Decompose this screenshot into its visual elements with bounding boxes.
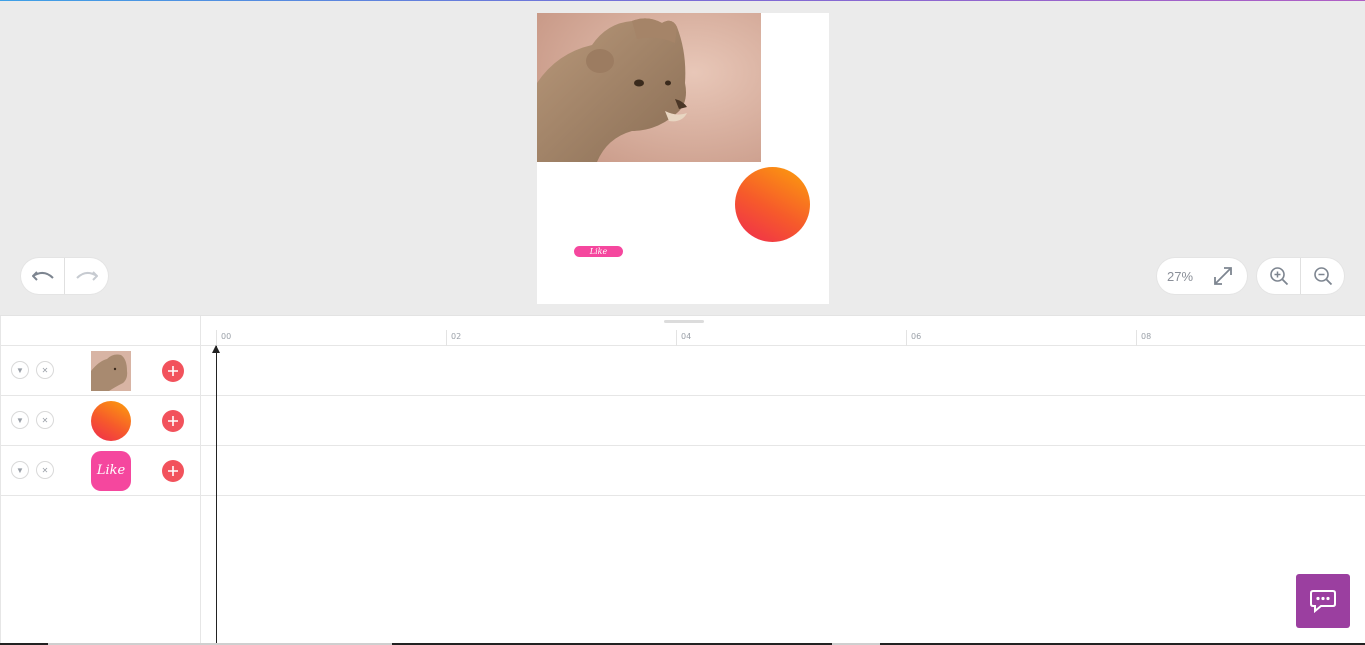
gradient-circle-shape[interactable] [735, 167, 810, 242]
close-icon: ✕ [41, 465, 49, 475]
layer-thumbnail-like[interactable]: Like [91, 451, 131, 491]
fit-to-screen-button[interactable] [1203, 258, 1243, 294]
ruler-tick: 04 [676, 330, 691, 346]
gradient-circle-thumbnail [91, 401, 131, 441]
collapse-button[interactable]: ▼ [11, 361, 29, 379]
time-ruler[interactable]: 00 02 04 06 08 [201, 316, 1365, 346]
zoom-out-button[interactable] [1301, 258, 1344, 294]
close-icon: ✕ [41, 365, 49, 375]
layer-row-circle[interactable]: ▼ ✕ [0, 396, 1365, 446]
triangle-down-icon: ▼ [16, 465, 24, 475]
plus-icon [168, 466, 178, 476]
zoom-in-button[interactable] [1257, 258, 1300, 294]
remove-layer-button[interactable]: ✕ [36, 361, 54, 379]
layer-thumbnail-photo[interactable] [91, 351, 131, 391]
layer-list-header [1, 316, 200, 346]
plus-icon [168, 416, 178, 426]
canvas-stage[interactable]: Like 27% [0, 1, 1365, 315]
lioness-thumbnail [91, 351, 131, 391]
collapse-button[interactable]: ▼ [11, 411, 29, 429]
ruler-tick: 02 [446, 330, 461, 346]
like-thumbnail: Like [91, 451, 131, 491]
history-controls [21, 258, 108, 294]
plus-icon [168, 366, 178, 376]
add-animation-button[interactable] [162, 360, 184, 382]
artboard[interactable]: Like [537, 13, 829, 304]
ruler-tick: 08 [1136, 330, 1151, 346]
layer-row-photo[interactable]: ▼ ✕ [0, 346, 1365, 396]
collapse-button[interactable]: ▼ [11, 461, 29, 479]
remove-layer-button[interactable]: ✕ [36, 411, 54, 429]
triangle-down-icon: ▼ [16, 365, 24, 375]
layer-thumbnail-circle[interactable] [91, 401, 131, 441]
remove-layer-button[interactable]: ✕ [36, 461, 54, 479]
redo-button[interactable] [65, 258, 108, 294]
timeline-panel: 00 02 04 06 08 ▼ ✕ ▼ ✕ ▼ ✕ Like [0, 315, 1365, 645]
lioness-photo[interactable] [537, 13, 761, 162]
lioness-illustration [537, 13, 761, 162]
add-animation-button[interactable] [162, 410, 184, 432]
undo-icon [31, 271, 54, 281]
like-sticker[interactable]: Like [574, 246, 623, 257]
expand-icon [1214, 267, 1232, 285]
add-animation-button[interactable] [162, 460, 184, 482]
undo-button[interactable] [21, 258, 64, 294]
zoom-in-icon [1269, 267, 1288, 286]
layer-row-like[interactable]: ▼ ✕ Like [0, 446, 1365, 496]
zoom-controls [1257, 258, 1344, 294]
chat-bubble-icon [1310, 590, 1336, 613]
close-icon: ✕ [41, 415, 49, 425]
ruler-tick: 06 [906, 330, 921, 346]
ruler-tick: 00 [216, 330, 231, 346]
layer-track[interactable] [201, 396, 1365, 445]
redo-icon [75, 271, 98, 281]
playhead[interactable] [216, 346, 217, 645]
zoom-level: 27% [1167, 268, 1194, 284]
layer-track[interactable] [201, 446, 1365, 495]
chat-support-button[interactable] [1296, 574, 1350, 628]
zoom-out-icon [1313, 267, 1332, 286]
triangle-down-icon: ▼ [16, 415, 24, 425]
zoom-readout: 27% [1157, 258, 1247, 294]
layer-track[interactable] [201, 346, 1365, 395]
